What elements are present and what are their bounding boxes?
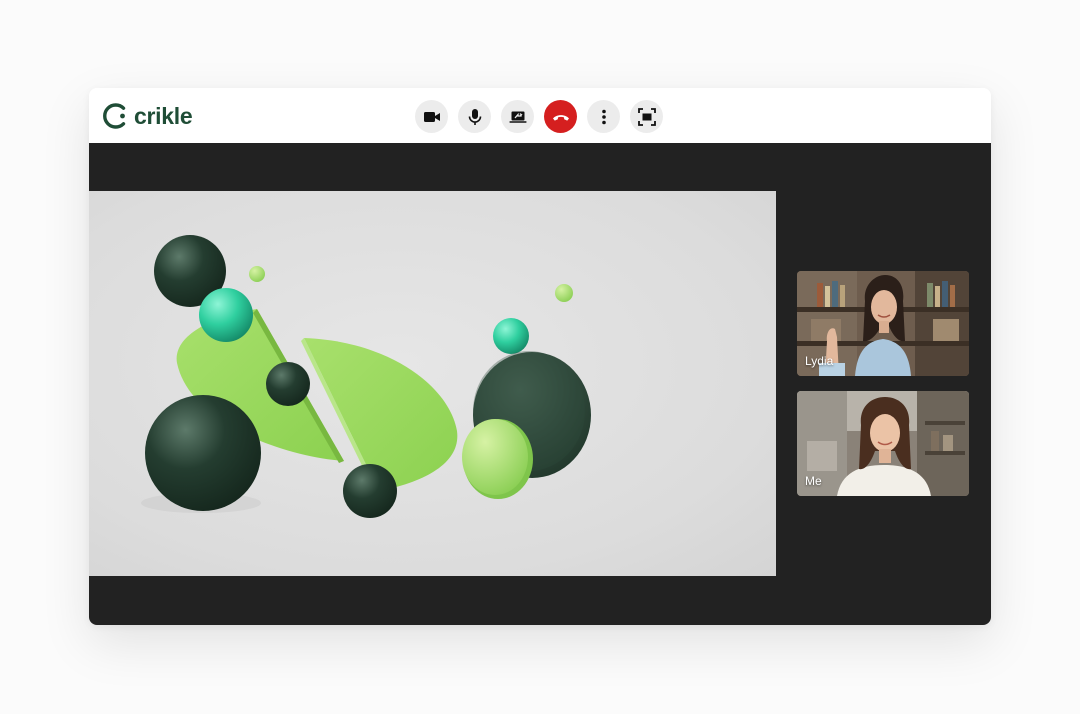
microphone-icon [468, 108, 481, 125]
participant-name: Me [805, 474, 822, 488]
top-bar: crikle [89, 88, 991, 143]
participant-name: Lydia [805, 354, 834, 368]
microphone-button[interactable] [458, 100, 491, 133]
brand-name: crikle [134, 103, 193, 129]
present-screen-icon [509, 111, 526, 123]
more-options-button[interactable] [587, 100, 620, 133]
app-logo: crikle [103, 103, 193, 129]
call-window: crikle Lydia Me [89, 88, 991, 625]
fullscreen-frame-icon [637, 107, 656, 126]
participant-tile[interactable]: Lydia [797, 271, 969, 376]
share-screen-button[interactable] [501, 100, 534, 133]
participant-video-me [797, 391, 969, 496]
vertical-dots-icon [601, 109, 606, 124]
self-view-tile[interactable]: Me [797, 391, 969, 496]
fullscreen-button[interactable] [630, 100, 663, 133]
call-controls [415, 100, 663, 133]
end-call-button[interactable] [544, 100, 577, 133]
hang-up-icon [552, 114, 569, 121]
shared-screen [89, 191, 776, 576]
video-stage: Lydia Me [89, 143, 991, 625]
crikle-logo-icon [103, 103, 126, 129]
video-camera-icon [423, 111, 440, 122]
abstract-3d-shapes-image [141, 235, 591, 518]
camera-button[interactable] [415, 100, 448, 133]
